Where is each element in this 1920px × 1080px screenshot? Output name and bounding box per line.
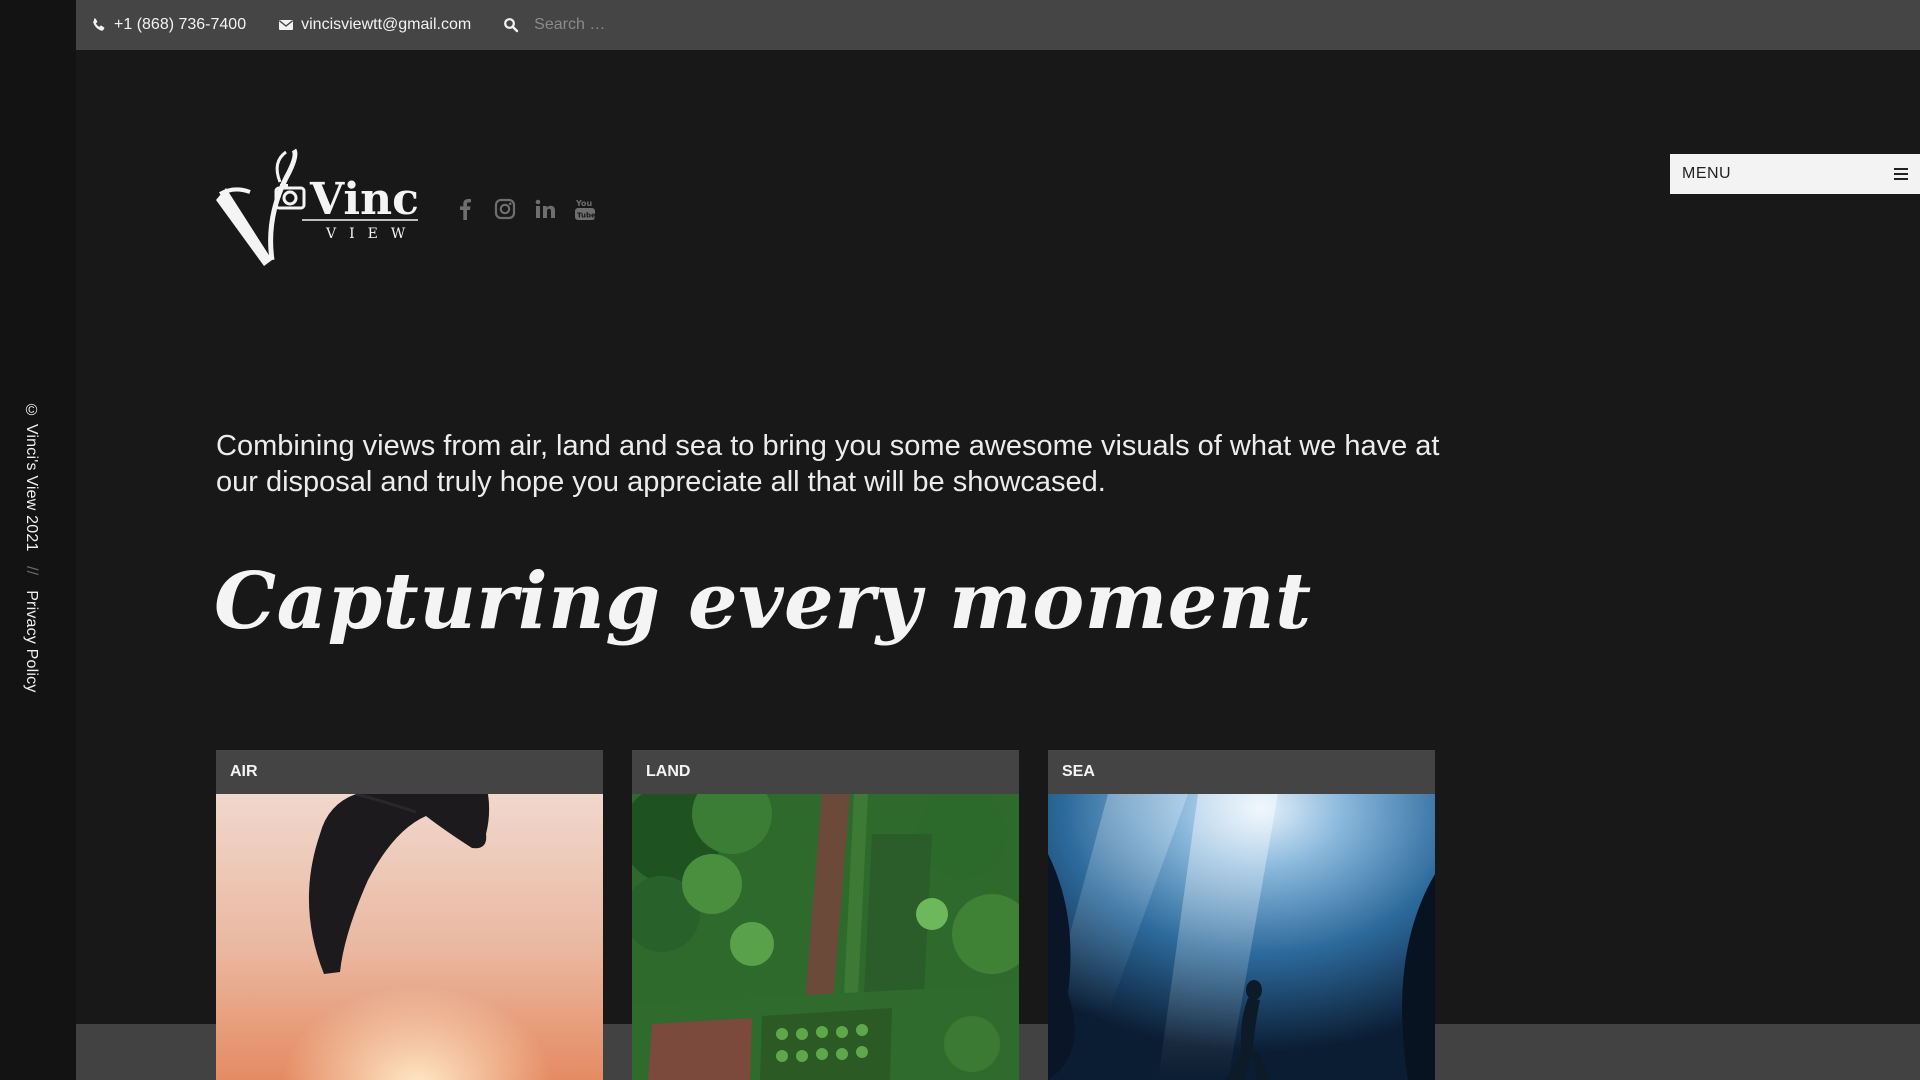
phone-number: +1 (868) 736-7400 xyxy=(114,16,247,33)
intro-paragraph: Combining views from air, land and sea t… xyxy=(216,430,1440,498)
sea-freediver-image xyxy=(1048,794,1435,1080)
footer-separator: // xyxy=(23,566,40,576)
email-address: vincisviewtt@gmail.com xyxy=(301,16,472,33)
top-bar: +1 (868) 736-7400 vincisviewtt@gmail.com xyxy=(76,0,1920,50)
vincis-view-logo[interactable]: Vinci's VIEW xyxy=(214,148,474,270)
search-area xyxy=(503,16,755,34)
search-input[interactable] xyxy=(534,16,755,34)
logo-wordmark: Vinci's xyxy=(309,174,419,225)
phone-icon xyxy=(91,17,107,33)
copyright-text: © Vinci's View 2021 xyxy=(23,402,40,552)
facebook-icon[interactable] xyxy=(452,196,478,222)
menu-button[interactable]: MENU xyxy=(1670,154,1920,194)
logo-subtext: VIEW xyxy=(325,226,418,242)
envelope-icon xyxy=(278,17,294,33)
category-card-air[interactable]: AIR xyxy=(216,750,603,1080)
category-card-sea[interactable]: SEA xyxy=(1048,750,1435,1080)
instagram-icon[interactable] xyxy=(492,196,518,222)
youtube-icon[interactable]: You Tube xyxy=(572,196,598,222)
menu-label: MENU xyxy=(1682,165,1732,182)
svg-text:You: You xyxy=(575,199,593,208)
page-headline: Capturing every moment xyxy=(214,556,1312,647)
privacy-policy-link[interactable]: Privacy Policy xyxy=(23,590,40,692)
land-aerial-farm-image xyxy=(632,794,1019,1080)
side-strip: © Vinci's View 2021 // Privacy Policy xyxy=(0,0,76,1080)
search-icon[interactable] xyxy=(503,17,519,33)
linkedin-icon[interactable] xyxy=(532,196,558,222)
email-contact[interactable]: vincisviewtt@gmail.com xyxy=(278,16,471,34)
svg-text:Tube: Tube xyxy=(577,212,596,220)
social-links: You Tube xyxy=(452,196,612,222)
hamburger-icon xyxy=(1894,168,1908,180)
air-paraglider-image xyxy=(216,794,603,1080)
phone-contact[interactable]: +1 (868) 736-7400 xyxy=(91,16,246,34)
card-title: SEA xyxy=(1048,750,1435,794)
side-footer: © Vinci's View 2021 // Privacy Policy xyxy=(22,402,40,693)
category-card-land[interactable]: LAND xyxy=(632,750,1019,1080)
card-title: LAND xyxy=(632,750,1019,794)
card-title: AIR xyxy=(216,750,603,794)
